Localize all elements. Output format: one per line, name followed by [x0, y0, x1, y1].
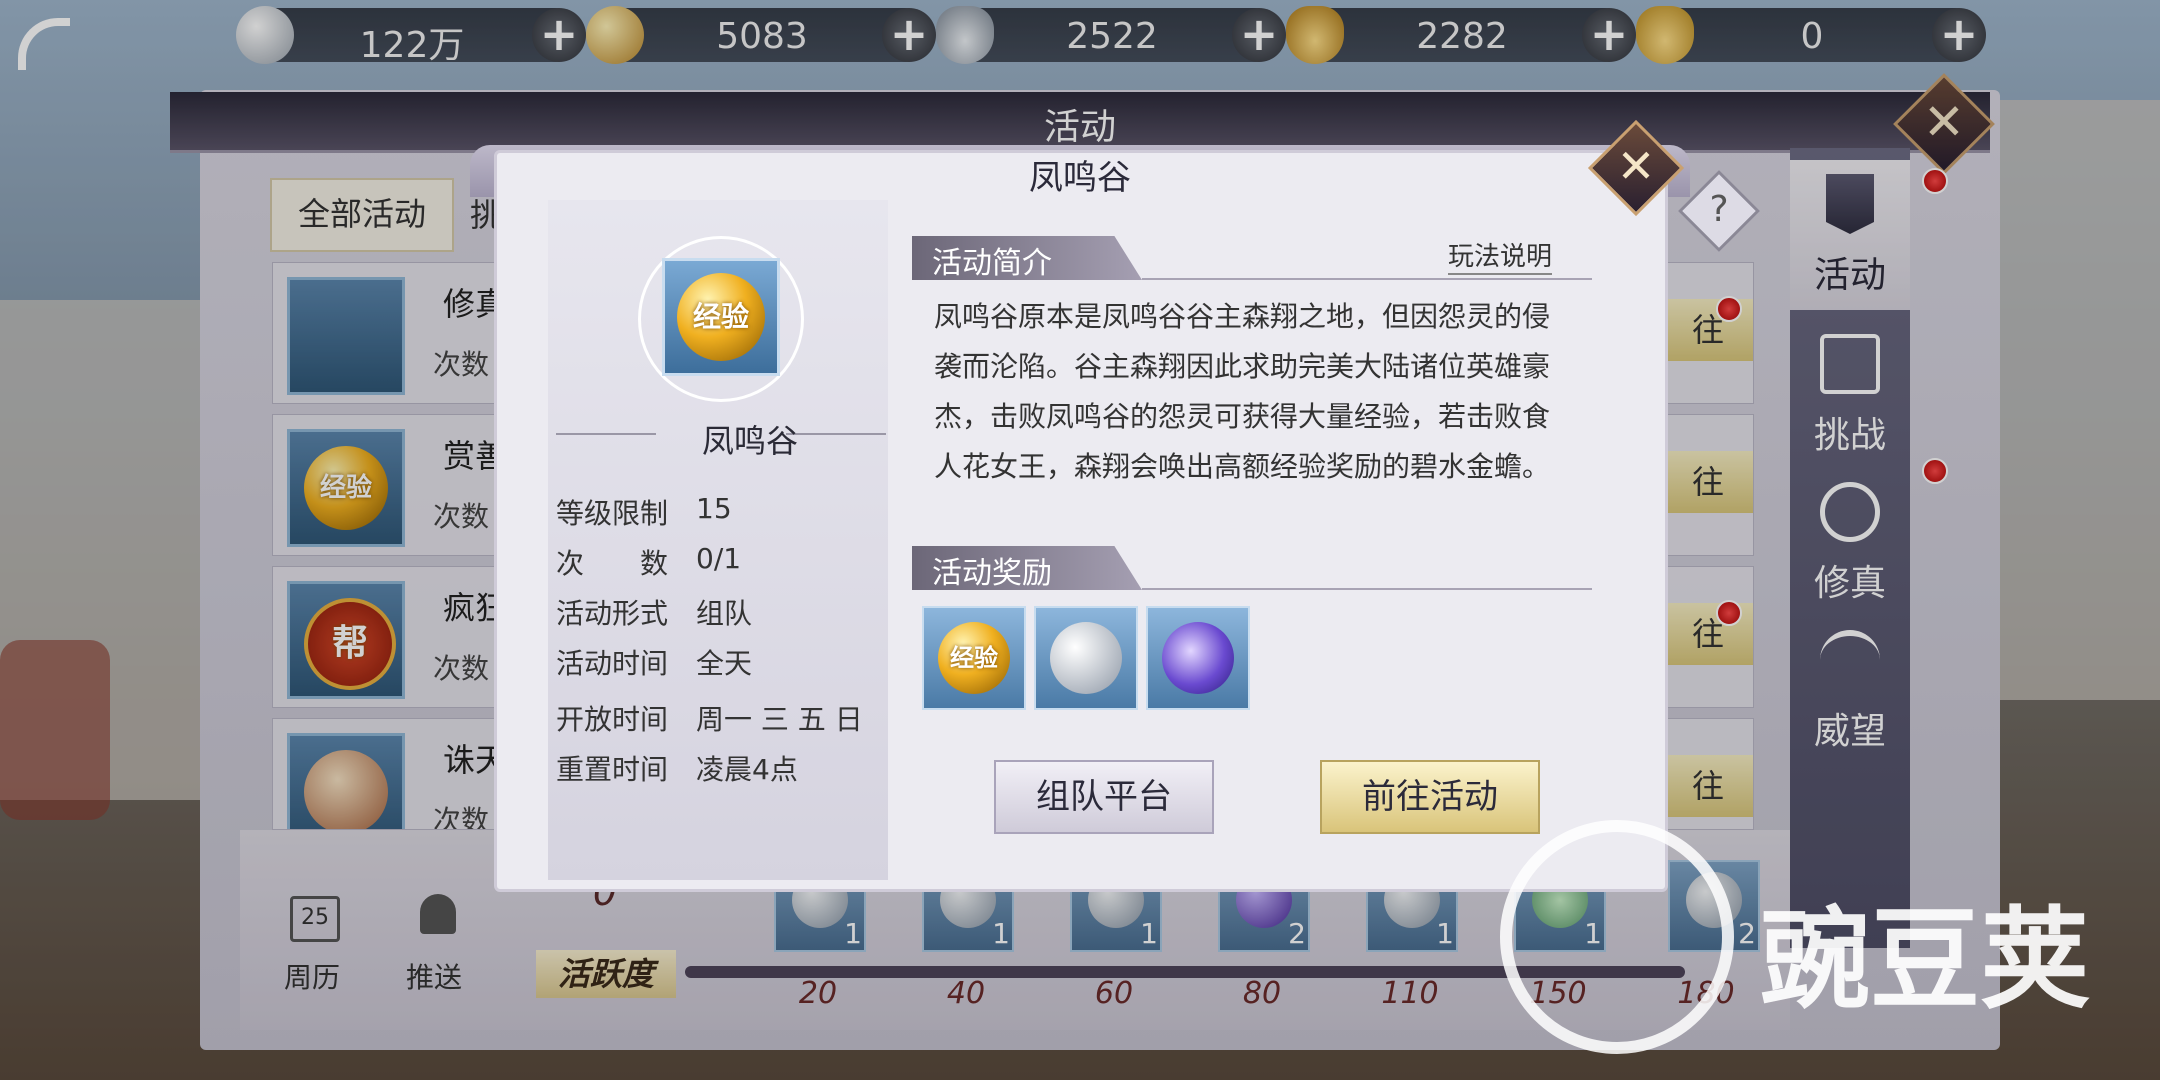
- reward-item[interactable]: [1146, 606, 1250, 710]
- section-title: 活动简介: [932, 246, 1052, 281]
- info-value: 周一 三 五 日: [696, 703, 863, 736]
- info-key: 开放时间: [556, 703, 669, 736]
- rules-link[interactable]: 玩法说明: [1448, 236, 1553, 275]
- info-key: 等级限制: [556, 497, 669, 530]
- popup-title: 凤鸣谷: [1029, 158, 1131, 198]
- close-icon: ✕: [1616, 139, 1656, 193]
- activity-name: 凤鸣谷: [701, 422, 798, 460]
- info-value: 15: [696, 492, 732, 525]
- info-value: 全天: [696, 647, 753, 680]
- team-platform-button[interactable]: 组队平台: [994, 760, 1214, 834]
- section-title: 活动奖励: [932, 556, 1052, 591]
- activity-description: 凤鸣谷原本是凤鸣谷谷主森翔之地，但因怨灵的侵袭而沦陷。谷主森翔因此求助完美大陆诸…: [934, 300, 1551, 483]
- exp-orb-icon: 经验: [677, 273, 765, 361]
- watermark: 豌豆荚: [1760, 896, 2090, 1024]
- go-to-activity-button[interactable]: 前往活动: [1320, 760, 1540, 834]
- info-value: 组队: [696, 597, 753, 630]
- info-value: 凌晨4点: [696, 753, 798, 786]
- divider: [1142, 278, 1592, 280]
- info-key: 活动时间: [556, 647, 669, 680]
- info-key: 重置时间: [556, 753, 669, 786]
- question-icon: ?: [1709, 189, 1729, 230]
- exp-orb-icon: 经验: [938, 622, 1010, 694]
- activity-icon: 经验: [662, 258, 780, 376]
- silver-dragon-coin-icon: [1050, 622, 1122, 694]
- purple-spirit-orb-icon: [1162, 622, 1234, 694]
- reward-item[interactable]: [1034, 606, 1138, 710]
- info-value: 0/1: [696, 542, 742, 575]
- reward-section-header: 活动奖励: [912, 546, 1592, 591]
- watermark-logo: [1500, 820, 1734, 1054]
- reward-item[interactable]: 经验: [922, 606, 1026, 710]
- info-key: 次 数: [556, 547, 669, 580]
- info-key: 活动形式: [556, 597, 669, 630]
- divider: [1142, 588, 1592, 590]
